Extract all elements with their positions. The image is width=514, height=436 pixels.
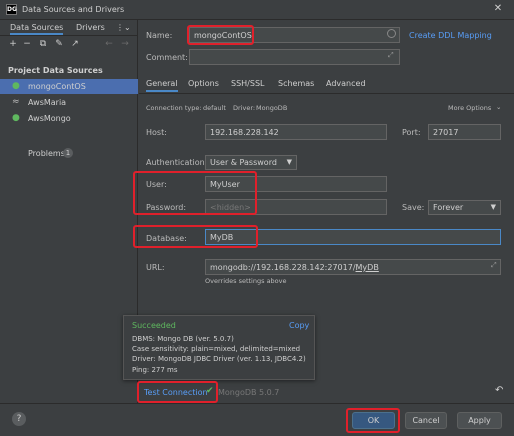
app-logo-icon: DG: [6, 4, 17, 15]
tab-data-sources[interactable]: Data Sources: [10, 23, 64, 35]
left-tabs: Data Sources Drivers ⋮ ⌄: [0, 20, 138, 36]
highlight-box: [133, 171, 257, 215]
comment-label: Comment:: [146, 53, 188, 62]
save-value: Forever: [433, 203, 464, 212]
problems-count-badge: 1: [63, 148, 73, 158]
popup-line: Driver: MongoDB JDBC Driver (ver. 1.13, …: [132, 355, 306, 363]
test-status: Succeeded: [132, 321, 176, 330]
connection-type-link[interactable]: default: [203, 104, 226, 112]
driver-link[interactable]: MongoDB: [256, 104, 287, 112]
window-title: Data Sources and Drivers: [22, 5, 125, 14]
url-prefix: mongodb://192.168.228.142:27017/: [210, 263, 356, 272]
test-result-popup: Succeeded Copy DBMS: Mongo DB (ver. 5.0.…: [123, 315, 315, 380]
list-item[interactable]: ● mongoContOS: [0, 79, 138, 94]
expand-icon[interactable]: ⤢: [491, 261, 497, 270]
left-toolbar: + − ⧉ ✎ ↗ ← →: [0, 37, 138, 53]
highlight-box: [346, 408, 400, 433]
form-tabs: General Options SSH/SSL Schemas Advanced: [139, 76, 514, 94]
tab-general[interactable]: General: [146, 79, 178, 92]
cancel-button[interactable]: Cancel: [405, 412, 447, 429]
duplicate-icon[interactable]: ⧉: [38, 39, 48, 49]
url-field[interactable]: mongodb://192.168.228.142:27017/MyDB: [205, 259, 501, 275]
list-item-label: AwsMaria: [28, 98, 67, 107]
help-icon[interactable]: ?: [12, 412, 26, 426]
chevron-down-icon[interactable]: ⌄: [496, 103, 501, 111]
remove-icon[interactable]: −: [22, 39, 32, 49]
mariadb-seal-icon: ≈: [12, 97, 20, 107]
forward-icon[interactable]: →: [120, 39, 130, 49]
url-database: MyDB: [355, 263, 379, 272]
popup-line: Case sensitivity: plain=mixed, delimited…: [132, 345, 301, 353]
mongodb-leaf-icon: ●: [12, 113, 20, 123]
title-bar: DG Data Sources and Drivers ✕: [0, 0, 514, 20]
host-field[interactable]: 192.168.228.142: [205, 124, 387, 140]
highlight-box: [137, 381, 218, 403]
list-item[interactable]: ● AwsMongo: [0, 111, 138, 126]
url-note: Overrides settings above: [205, 277, 287, 285]
close-icon[interactable]: ✕: [492, 3, 504, 15]
tabs-more-icon[interactable]: ⋮: [116, 23, 124, 32]
save-label: Save:: [402, 203, 425, 212]
tab-advanced[interactable]: Advanced: [326, 79, 366, 88]
tab-schemas[interactable]: Schemas: [278, 79, 314, 88]
url-label: URL:: [146, 263, 165, 272]
save-select[interactable]: Forever ▼: [428, 200, 501, 215]
host-label: Host:: [146, 128, 167, 137]
connection-type-label: Connection type:: [146, 104, 202, 112]
dropdown-arrow-icon: ▼: [490, 203, 496, 211]
wrench-icon[interactable]: ✎: [54, 39, 64, 49]
left-pane: Data Sources Drivers ⋮ ⌄ + − ⧉ ✎ ↗ ← → P…: [0, 20, 138, 403]
list-item-label: AwsMongo: [28, 114, 71, 123]
add-icon[interactable]: +: [8, 39, 18, 49]
tab-ssh-ssl[interactable]: SSH/SSL: [231, 79, 264, 88]
problems-link[interactable]: Problems: [28, 149, 65, 158]
authentication-select[interactable]: User & Password ▼: [205, 155, 297, 170]
create-ddl-mapping-link[interactable]: Create DDL Mapping: [409, 31, 492, 40]
port-label: Port:: [402, 128, 421, 137]
copy-link[interactable]: Copy: [289, 321, 309, 330]
export-icon[interactable]: ↗: [70, 39, 80, 49]
list-item-label: mongoContOS: [28, 82, 86, 91]
footer-bar: ? OK Cancel Apply: [0, 403, 514, 436]
more-options-link[interactable]: More Options: [448, 104, 491, 112]
reset-icon[interactable]: ↶: [495, 385, 503, 396]
dropdown-arrow-icon: ▼: [286, 158, 292, 166]
highlight-box: [133, 225, 258, 248]
back-icon[interactable]: ←: [104, 39, 114, 49]
authentication-label: Authentication:: [146, 158, 208, 167]
authentication-value: User & Password: [210, 158, 277, 167]
driver-label: Driver:: [233, 104, 256, 112]
popup-line: DBMS: Mongo DB (ver. 5.0.7): [132, 335, 234, 343]
apply-button[interactable]: Apply: [457, 412, 502, 429]
comment-field[interactable]: [189, 49, 400, 65]
highlight-box: [187, 25, 254, 45]
section-title: Project Data Sources: [8, 66, 103, 75]
test-version: MongoDB 5.0.7: [218, 388, 280, 397]
list-item[interactable]: ≈ AwsMaria: [0, 95, 138, 110]
mongodb-leaf-icon: ●: [12, 81, 20, 91]
tab-options[interactable]: Options: [188, 79, 219, 88]
port-field[interactable]: 27017: [428, 124, 501, 140]
name-label: Name:: [146, 31, 173, 40]
clear-icon[interactable]: [387, 29, 396, 38]
popup-line: Ping: 277 ms: [132, 366, 178, 374]
chevron-down-icon[interactable]: ⌄: [124, 23, 131, 32]
tab-drivers[interactable]: Drivers: [76, 23, 105, 32]
expand-icon[interactable]: ⤢: [388, 51, 394, 60]
